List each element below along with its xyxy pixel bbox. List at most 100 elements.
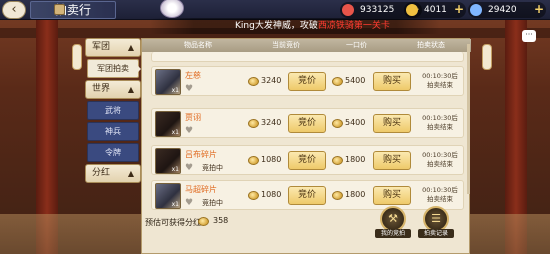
table-row (151, 52, 464, 62)
buy-button[interactable]: 购买 (373, 186, 411, 205)
my-bids-label: 我的竞拍 (375, 229, 411, 238)
nav-group-dividend[interactable]: 分红 ▲ (85, 164, 141, 183)
item-thumbnail[interactable]: x1 (155, 183, 181, 209)
current-bid-value: 1080 (261, 190, 282, 199)
avatar[interactable] (160, 0, 184, 18)
gold-coin-icon (198, 217, 209, 226)
buy-button[interactable]: 购买 (373, 151, 411, 170)
resource-diamond: 29420 + (468, 2, 546, 18)
dividend-value: 358 (213, 216, 229, 225)
table-row: x1 吕布碎片 ♥ 竞拍中 1080 竞价 1800 购买 00:10:30后 … (151, 145, 464, 175)
time-remaining: 00:10:30后 (422, 72, 458, 80)
gold-coin-icon (332, 77, 343, 86)
column-header-current-bid: 当前竞价 (272, 41, 300, 49)
buy-button[interactable]: 购买 (373, 114, 411, 133)
item-name: 吕布碎片 (185, 150, 217, 159)
nav-item-label: 令牌 (105, 148, 121, 157)
auction-records-label: 拍卖记录 (418, 229, 454, 238)
column-header-item: 物品名称 (184, 41, 212, 49)
nav-item-legion-auction[interactable]: 军团拍卖 (87, 59, 141, 78)
auction-timer: 00:10:30后 拍卖结束 (417, 72, 463, 90)
auction-timer: 00:10:30后 拍卖结束 (417, 186, 463, 204)
item-name: 贾诩 (185, 113, 201, 122)
diamond-icon (470, 4, 482, 16)
nav-item-generals[interactable]: 武将 (87, 101, 139, 120)
marquee-highlight: 西凉铁骑第一关卡 (317, 21, 390, 31)
time-remaining-suffix: 拍卖结束 (427, 81, 453, 89)
nav-item-label: 军团拍卖 (97, 64, 129, 73)
time-remaining-suffix: 拍卖结束 (427, 195, 453, 203)
gold-coin-icon (248, 156, 259, 165)
resource-gold: 4011 + (404, 2, 466, 18)
buy-button[interactable]: 购买 (373, 72, 411, 91)
item-name: 左慈 (185, 71, 201, 80)
announcement-marquee: King大发神威，攻破西凉铁骑第一关卡 (150, 18, 440, 34)
column-header-status: 拍卖状态 (417, 41, 445, 49)
nav-group-label: 军团 (92, 42, 111, 52)
gold-coin-icon (406, 4, 418, 16)
bidding-status: 竞拍中 (202, 164, 223, 172)
gold-coin-icon (248, 191, 259, 200)
table-header: 物品名称 当前竞价 一口价 拍卖状态 (142, 39, 471, 52)
current-bid-value: 3240 (261, 118, 282, 127)
nav-item-tokens[interactable]: 令牌 (87, 143, 139, 162)
nav-item-label: 神兵 (105, 127, 121, 136)
lantern-decoration (72, 44, 82, 70)
buyout-value: 1800 (345, 155, 366, 164)
gold-coin-icon (332, 191, 343, 200)
gold-coin-icon (248, 119, 259, 128)
current-bid-value: 1080 (261, 155, 282, 164)
lantern-decoration (482, 44, 492, 70)
bid-button[interactable]: 竞价 (288, 72, 326, 91)
item-thumbnail[interactable]: x1 (155, 111, 181, 137)
bid-button[interactable]: 竞价 (288, 151, 326, 170)
current-bid-value: 3240 (261, 76, 282, 85)
back-arrow-icon[interactable]: ‹ (2, 1, 26, 19)
time-remaining-suffix: 拍卖结束 (427, 123, 453, 131)
time-remaining: 00:10:30后 (422, 114, 458, 122)
marquee-text: King大发神威，攻破 (235, 21, 318, 31)
heart-icon[interactable]: ♥ (185, 126, 193, 136)
item-name: 马超碎片 (185, 185, 217, 194)
chevron-up-icon: ▲ (127, 43, 134, 52)
heart-icon[interactable]: ♥ (185, 84, 193, 94)
buyout-value: 5400 (345, 76, 366, 85)
gold-coin-icon (332, 156, 343, 165)
nav-group-label: 世界 (92, 84, 111, 94)
chevron-up-icon: ▲ (127, 169, 134, 178)
add-diamond-icon[interactable]: + (534, 3, 544, 16)
chat-bubble-icon[interactable]: ··· (522, 30, 536, 42)
category-nav: 军团 ▲ 军团拍卖 世界 ▲ 武将 神兵 令牌 分红 ▲ (85, 38, 141, 185)
gold-coin-icon (332, 119, 343, 128)
auction-timer: 00:10:30后 拍卖结束 (417, 151, 463, 169)
nav-group-legion[interactable]: 军团 ▲ (85, 38, 141, 57)
nav-item-label: 武将 (105, 106, 121, 115)
heart-icon[interactable]: ♥ (185, 198, 193, 208)
bid-button[interactable]: 竞价 (288, 186, 326, 205)
add-gold-icon[interactable]: + (454, 3, 464, 16)
table-row: x1 马超碎片 ♥ 竞拍中 1080 竞价 1800 购买 00:10:30后 … (151, 180, 464, 210)
chevron-up-icon: ▲ (127, 85, 134, 94)
time-remaining: 00:10:30后 (422, 151, 458, 159)
gold-coin-icon (248, 77, 259, 86)
column-header-buyout: 一口价 (346, 41, 367, 49)
stamina-icon (342, 4, 354, 16)
table-row: x1 左慈 ♥ 3240 竞价 5400 购买 00:10:30后 拍卖结束 (151, 66, 464, 96)
bid-button[interactable]: 竞价 (288, 114, 326, 133)
gold-value: 4011 (424, 5, 447, 15)
item-thumbnail[interactable]: x1 (155, 148, 181, 174)
item-count: x1 (171, 87, 179, 94)
time-remaining-suffix: 拍卖结束 (427, 160, 453, 168)
table-row: x1 贾诩 ♥ 3240 竞价 5400 购买 00:10:30后 拍卖结束 (151, 108, 464, 138)
heart-icon[interactable]: ♥ (185, 163, 193, 173)
scrollbar[interactable] (467, 44, 470, 194)
nav-group-world[interactable]: 世界 ▲ (85, 80, 141, 99)
bidding-status: 竞拍中 (202, 199, 223, 207)
settings-icon[interactable] (54, 4, 65, 15)
buyout-value: 5400 (345, 118, 366, 127)
item-thumbnail[interactable]: x1 (155, 69, 181, 95)
buyout-value: 1800 (345, 190, 366, 199)
nav-group-label: 分红 (92, 168, 111, 178)
nav-item-weapons[interactable]: 神兵 (87, 122, 139, 141)
dividend-label: 预估可获得分红: (145, 218, 204, 227)
